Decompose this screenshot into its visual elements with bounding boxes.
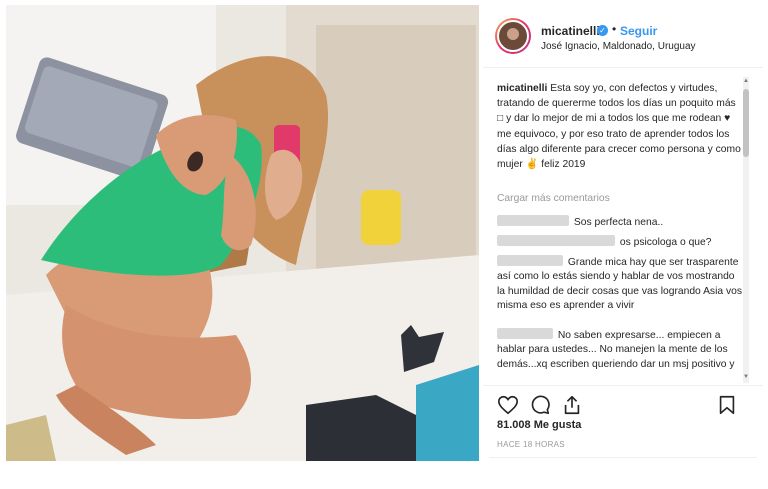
- blurred-username: [497, 215, 569, 226]
- post-header: micatinelli ✓ • Seguir José Ignacio, Mal…: [483, 5, 763, 68]
- divider: [489, 457, 757, 458]
- follow-button[interactable]: Seguir: [620, 24, 657, 38]
- likes-count[interactable]: 81.008 Me gusta: [497, 419, 581, 431]
- avatar[interactable]: [497, 20, 529, 52]
- caption: micatinelli Esta soy yo, con defectos y …: [497, 81, 743, 172]
- comment-item: Sos perfecta nena..: [497, 215, 743, 230]
- comment-item: Grande mica hay que ser trasparente así …: [497, 255, 743, 314]
- share-icon[interactable]: [561, 394, 583, 416]
- comments-scrollbar[interactable]: ▲ ▼: [743, 77, 749, 383]
- comment-item: os psicologa o que?: [497, 235, 743, 250]
- heart-icon[interactable]: [497, 394, 519, 416]
- load-more-comments-button[interactable]: Cargar más comentarios: [497, 193, 610, 204]
- comments-list[interactable]: micatinelli Esta soy yo, con defectos y …: [483, 77, 751, 384]
- blurred-username: [497, 255, 563, 266]
- scroll-thumb[interactable]: [743, 89, 749, 157]
- username[interactable]: micatinelli: [541, 24, 600, 38]
- comment-item: No saben expresarse... empiecen a hablar…: [497, 328, 743, 372]
- verified-badge-icon: ✓: [597, 25, 608, 36]
- photo-illustration: [6, 5, 479, 461]
- caption-text: Esta soy yo, con defectos y virtudes, tr…: [497, 83, 741, 171]
- scroll-up-arrow-icon[interactable]: ▲: [743, 77, 749, 85]
- blurred-username: [497, 235, 615, 246]
- caption-username[interactable]: micatinelli: [497, 83, 547, 94]
- blurred-username: [497, 328, 553, 339]
- comment-text: Sos perfecta nena..: [573, 217, 664, 228]
- post-photo[interactable]: [6, 5, 479, 461]
- location-link[interactable]: José Ignacio, Maldonado, Uruguay: [541, 41, 696, 52]
- scroll-down-arrow-icon[interactable]: ▼: [743, 373, 749, 381]
- bookmark-icon[interactable]: [716, 394, 738, 416]
- separator-dot: •: [612, 22, 617, 36]
- post-sidebar: micatinelli ✓ • Seguir José Ignacio, Mal…: [483, 5, 763, 461]
- post-timestamp[interactable]: HACE 18 HORAS: [497, 440, 565, 449]
- comment-text: os psicologa o que?: [619, 237, 712, 248]
- comment-icon[interactable]: [529, 394, 551, 416]
- action-bar: [483, 385, 763, 422]
